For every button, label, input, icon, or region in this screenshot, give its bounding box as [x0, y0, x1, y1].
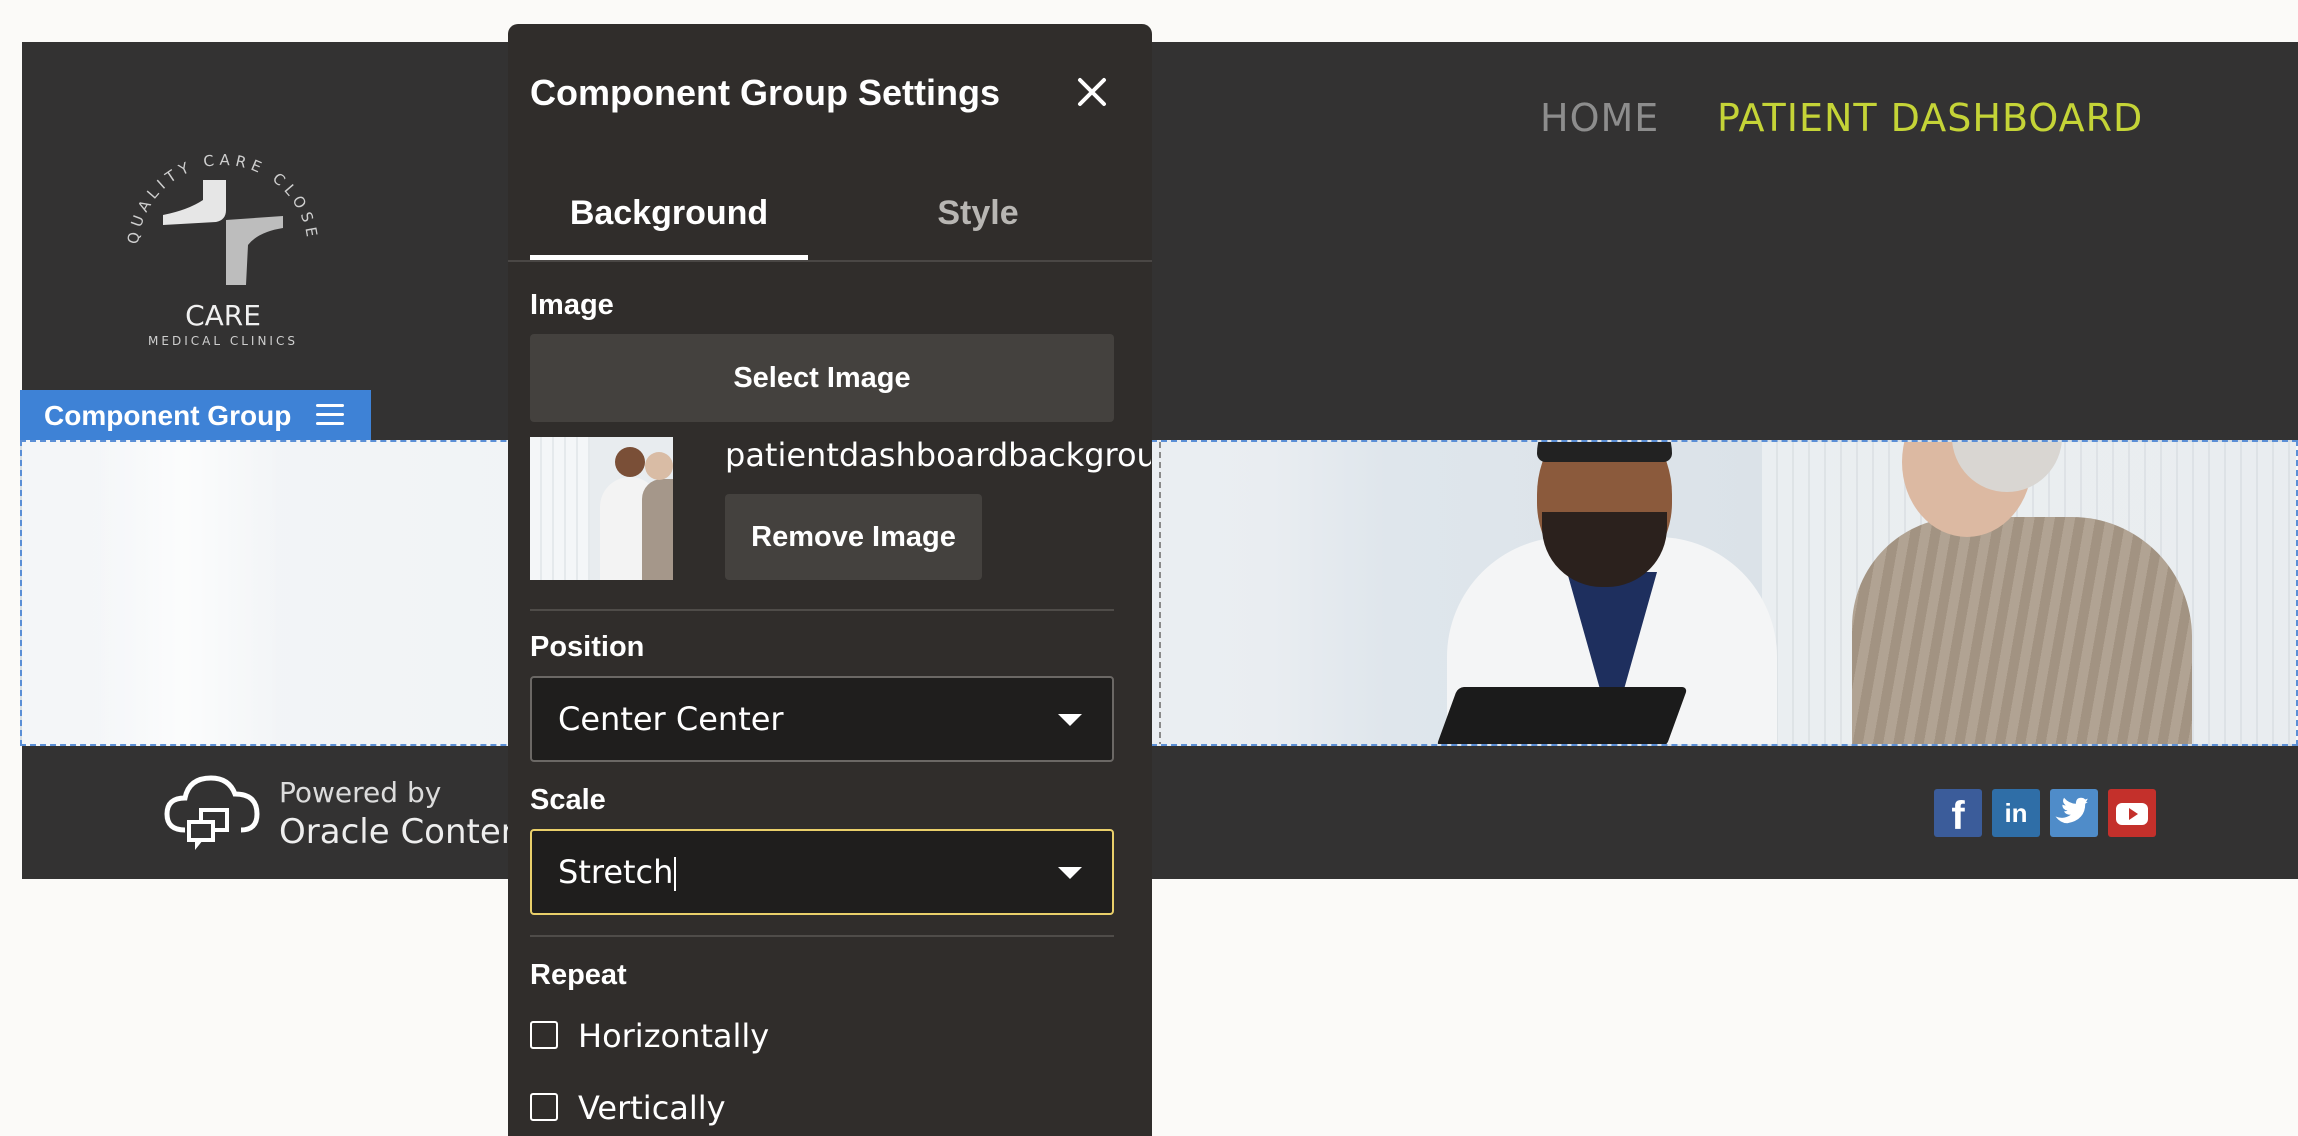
position-select[interactable]: Center Center	[530, 676, 1114, 762]
hamburger-menu-icon[interactable]	[316, 404, 344, 426]
image-thumbnail	[530, 437, 673, 580]
scale-label: Scale	[530, 784, 606, 816]
remove-image-button[interactable]: Remove Image	[725, 494, 982, 580]
close-icon[interactable]	[1074, 74, 1110, 110]
tablet-device	[1436, 687, 1688, 744]
position-value: Center Center	[558, 700, 784, 738]
oracle-content-text: Oracle Content	[279, 812, 536, 852]
repeat-label: Repeat	[530, 959, 627, 991]
logo-subtitle: MEDICAL CLINICS	[148, 334, 298, 348]
scale-select[interactable]: Stretch	[530, 829, 1114, 915]
nav-home-link[interactable]: HOME	[1540, 96, 1659, 140]
tab-background[interactable]: Background	[530, 184, 808, 260]
youtube-icon[interactable]	[2108, 789, 2156, 837]
powered-by-badge[interactable]: Powered by Oracle Content	[163, 768, 536, 858]
care-logo: QUALITY CARE CLOSE TO HOME. CARE MEDICAL…	[99, 106, 338, 360]
select-image-button[interactable]: Select Image	[530, 334, 1114, 422]
repeat-horizontally-label: Horizontally	[578, 1017, 770, 1055]
tab-style[interactable]: Style	[828, 184, 1128, 260]
twitter-icon[interactable]	[2050, 789, 2098, 837]
nav-patient-dashboard-link[interactable]: PATIENT DASHBOARD	[1717, 96, 2143, 140]
facebook-icon[interactable]: f	[1934, 789, 1982, 838]
checkbox-icon[interactable]	[530, 1021, 558, 1049]
component-boundary	[1159, 442, 1161, 744]
hero-background-image[interactable]	[20, 440, 2298, 746]
settings-tabs: Background Style	[508, 184, 1152, 262]
powered-by-text: Powered by	[279, 776, 442, 809]
component-group-tag[interactable]: Component Group	[20, 390, 371, 440]
logo-name: CARE	[185, 299, 261, 332]
chevron-down-icon	[1058, 867, 1082, 879]
chevron-down-icon	[1058, 714, 1082, 726]
component-group-settings-panel: Component Group Settings Background Styl…	[508, 24, 1152, 1136]
oracle-cloud-icon	[164, 775, 260, 850]
divider	[530, 609, 1114, 611]
checkbox-icon[interactable]	[530, 1093, 558, 1121]
image-file-name: patientdashboardbackground	[725, 436, 1151, 474]
position-label: Position	[530, 631, 645, 663]
scale-value: Stretch	[558, 853, 674, 891]
patient-figure	[1852, 517, 2192, 744]
image-label: Image	[530, 289, 614, 321]
panel-title: Component Group Settings	[530, 72, 1000, 113]
repeat-vertically-label: Vertically	[578, 1089, 726, 1127]
text-caret	[674, 857, 677, 891]
divider	[530, 935, 1114, 937]
linkedin-icon[interactable]: in	[1992, 789, 2040, 837]
component-group-label: Component Group	[44, 400, 292, 431]
